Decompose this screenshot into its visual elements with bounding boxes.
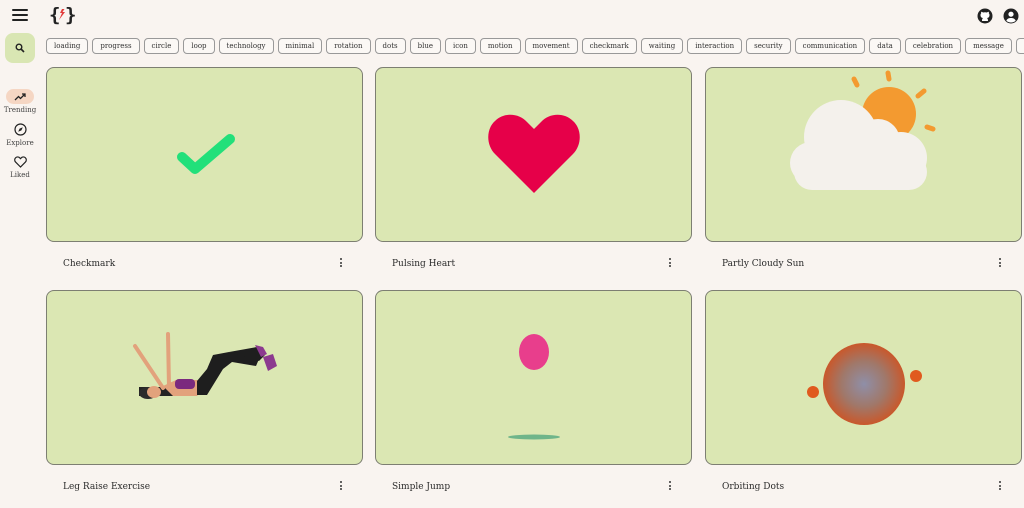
tag-chip[interactable]: icon — [445, 38, 476, 54]
card-title: Pulsing Heart — [392, 259, 456, 269]
github-icon[interactable] — [977, 8, 993, 24]
tag-chip[interactable]: dots — [374, 38, 406, 54]
curly-braces-logo-icon[interactable]: { } — [49, 4, 76, 26]
tag-filter-bar: loading progress circle loop technology minim… — [46, 38, 1024, 54]
tag-chip[interactable]: interaction — [687, 38, 743, 54]
sidebar-item-trending[interactable]: Trending — [2, 89, 38, 114]
trending-up-icon — [6, 89, 34, 104]
exercise-figure — [133, 332, 277, 399]
tag-chip[interactable]: minimal — [277, 38, 323, 54]
tag-chip[interactable]: technology — [218, 38, 274, 54]
animation-card[interactable]: Orbiting Dots — [705, 290, 1022, 492]
jump-shadow — [508, 434, 560, 440]
tag-chip[interactable]: celebration — [904, 38, 962, 54]
compass-icon — [6, 122, 34, 137]
top-bar: { } — [0, 0, 1024, 34]
tag-chip[interactable]: security — [746, 38, 791, 54]
svg-text:}: } — [65, 4, 75, 26]
more-vert-icon[interactable] — [997, 257, 1003, 269]
tag-chip[interactable]: message — [965, 38, 1012, 54]
animation-card[interactable]: Pulsing Heart — [375, 67, 692, 269]
card-title: Partly Cloudy Sun — [722, 259, 805, 269]
animation-preview-heart[interactable] — [375, 67, 692, 242]
card-title: Simple Jump — [392, 482, 451, 492]
search-icon — [15, 43, 25, 53]
tag-chip[interactable]: confetti — [1015, 38, 1024, 54]
orbit-dot — [910, 370, 922, 382]
sidebar-item-liked[interactable]: Liked — [2, 154, 38, 179]
card-title: Checkmark — [63, 259, 116, 269]
animation-card[interactable]: Simple Jump — [375, 290, 692, 492]
heart-outline-icon — [6, 154, 34, 169]
tag-chip[interactable]: communication — [794, 38, 866, 54]
animation-preview-exercise[interactable] — [46, 290, 363, 465]
more-vert-icon[interactable] — [667, 257, 673, 269]
tag-chip[interactable]: rotation — [326, 38, 371, 54]
tag-chip[interactable]: data — [869, 38, 901, 54]
more-vert-icon[interactable] — [997, 480, 1003, 492]
sidebar-item-explore[interactable]: Explore — [2, 122, 38, 147]
animation-preview-orbit[interactable] — [705, 290, 1022, 465]
tag-chip[interactable]: loop — [183, 38, 215, 54]
tag-chip[interactable]: waiting — [640, 38, 684, 54]
tag-chip[interactable]: checkmark — [581, 38, 637, 54]
more-vert-icon[interactable] — [338, 257, 344, 269]
tag-chip[interactable]: blue — [409, 38, 442, 54]
search-button[interactable] — [5, 33, 35, 63]
card-title: Orbiting Dots — [722, 482, 785, 492]
card-title: Leg Raise Exercise — [63, 482, 151, 492]
animation-card[interactable]: Checkmark — [46, 67, 363, 269]
heart-icon — [488, 114, 580, 193]
more-vert-icon[interactable] — [338, 480, 344, 492]
animation-card[interactable]: Leg Raise Exercise — [46, 290, 363, 492]
tag-chip[interactable]: progress — [92, 38, 140, 54]
tag-chip[interactable]: circle — [143, 38, 180, 54]
sidebar-item-label: Explore — [6, 139, 34, 147]
animation-preview-jump[interactable] — [375, 290, 692, 465]
svg-text:{: { — [49, 4, 60, 26]
account-circle-icon[interactable] — [1003, 8, 1019, 24]
hamburger-menu-icon[interactable] — [12, 7, 28, 23]
sidebar-item-label: Liked — [10, 171, 30, 179]
tag-chip[interactable]: motion — [479, 38, 521, 54]
animation-preview-checkmark[interactable] — [46, 67, 363, 242]
more-vert-icon[interactable] — [667, 480, 673, 492]
orbit-dot — [807, 386, 819, 398]
jump-ball — [519, 334, 549, 370]
animation-preview-cloud-sun[interactable] — [705, 67, 1022, 242]
checkmark-icon — [177, 134, 235, 174]
tag-chip[interactable]: loading — [46, 38, 89, 54]
sidebar-item-label: Trending — [3, 106, 37, 114]
animation-card[interactable]: Partly Cloudy Sun — [705, 67, 1022, 269]
tag-chip[interactable]: movement — [524, 38, 578, 54]
orbit-center — [823, 343, 905, 425]
